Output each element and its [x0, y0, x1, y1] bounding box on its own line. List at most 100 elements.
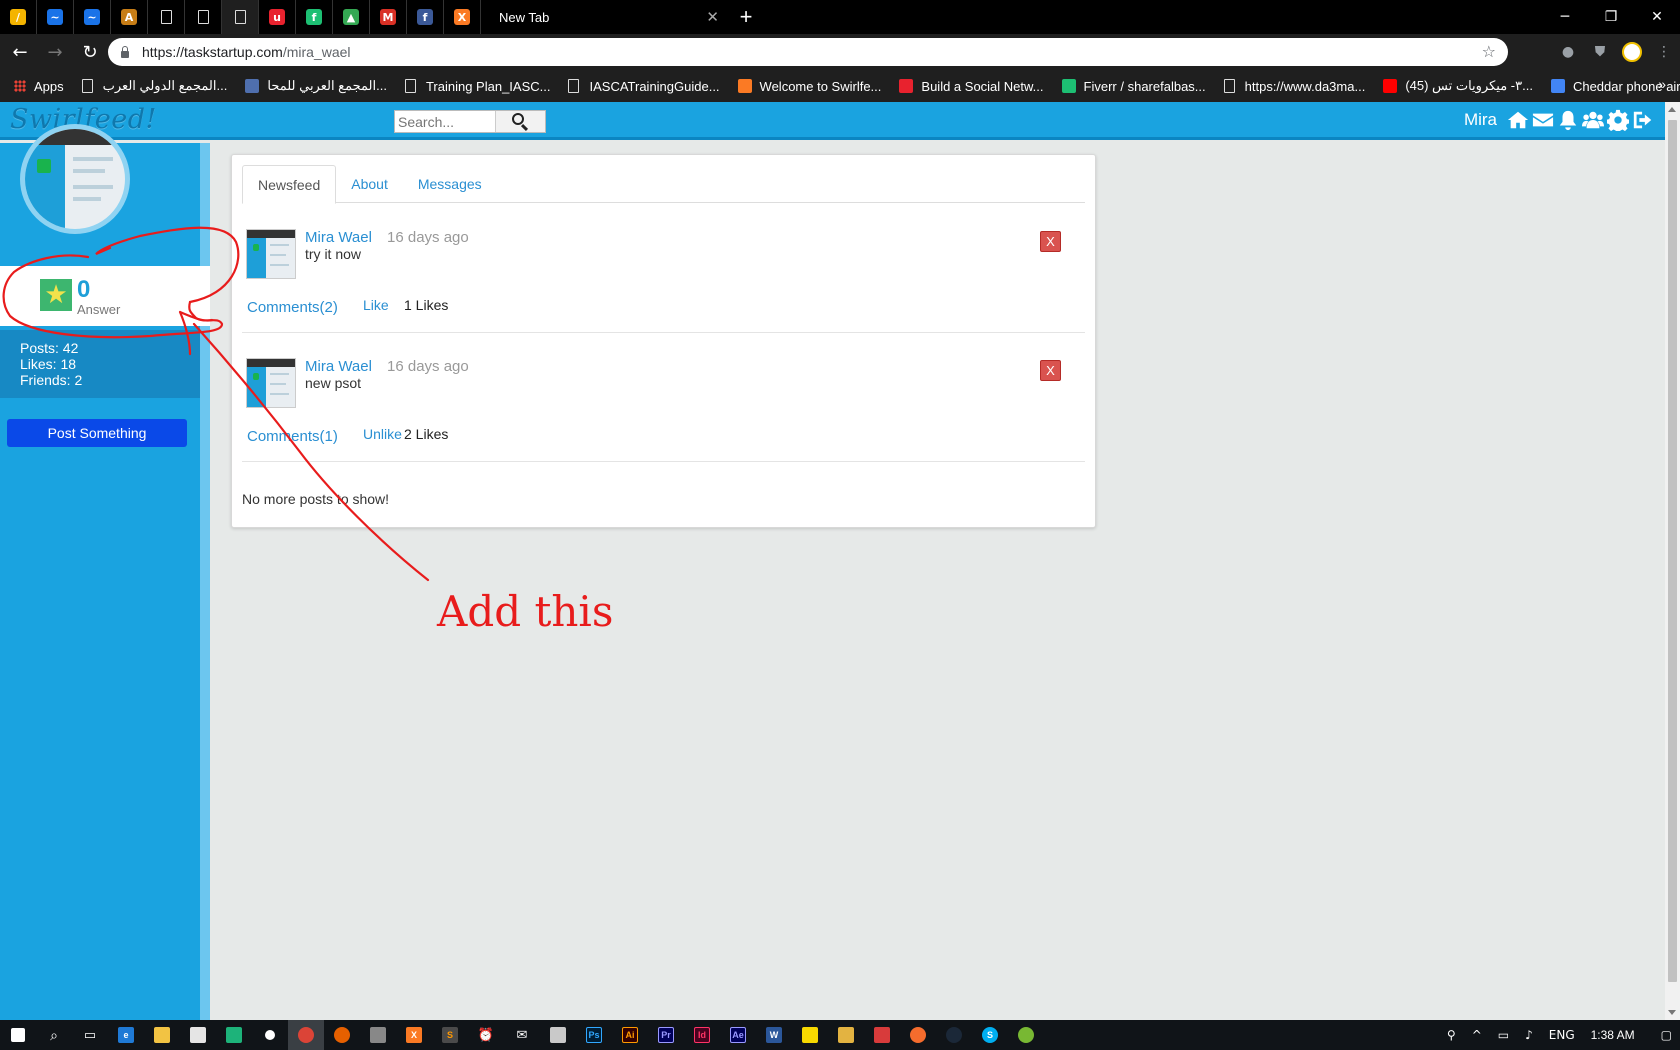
pinned-tab[interactable]: A: [111, 0, 148, 34]
user-name-link[interactable]: Mira: [1464, 110, 1497, 130]
page-scrollbar[interactable]: [1665, 102, 1680, 1020]
post-author-avatar[interactable]: [246, 358, 296, 408]
origin-icon[interactable]: [900, 1020, 936, 1050]
extension-shield-icon[interactable]: ⛊: [1584, 44, 1616, 60]
illustrator-icon[interactable]: Ai: [612, 1020, 648, 1050]
search-icon[interactable]: ⌕: [36, 1020, 72, 1050]
pinned-tab[interactable]: f: [407, 0, 444, 34]
bookmark-item[interactable]: المجمع العربي للمحا...: [245, 78, 387, 94]
profile-avatar-icon[interactable]: [1616, 42, 1648, 62]
bookmark-item[interactable]: https://www.da3ma...: [1223, 78, 1365, 94]
after-effects-icon[interactable]: Ae: [720, 1020, 756, 1050]
unlike-button[interactable]: Unlike: [363, 426, 402, 442]
task-view-icon[interactable]: ▭: [72, 1020, 108, 1050]
chrome-icon[interactable]: [288, 1020, 324, 1050]
tab-messages[interactable]: Messages: [403, 165, 497, 204]
sublime-text-icon[interactable]: S: [432, 1020, 468, 1050]
pinned-tab[interactable]: M: [370, 0, 407, 34]
gear-icon[interactable]: [1605, 107, 1630, 132]
pinned-tab[interactable]: /: [0, 0, 37, 34]
xampp-icon[interactable]: X: [396, 1020, 432, 1050]
home-icon[interactable]: [1505, 107, 1530, 132]
word-icon[interactable]: W: [756, 1020, 792, 1050]
tab-new-tab[interactable]: New Tab ✕: [481, 0, 729, 34]
logout-icon[interactable]: [1630, 107, 1655, 132]
tab-about[interactable]: About: [336, 165, 403, 204]
indesign-icon[interactable]: Id: [684, 1020, 720, 1050]
bookmark-item[interactable]: Training Plan_IASC...: [404, 78, 550, 94]
tool-icon[interactable]: [828, 1020, 864, 1050]
delete-post-button[interactable]: X: [1040, 231, 1061, 252]
firefox-icon[interactable]: [324, 1020, 360, 1050]
profile-picture[interactable]: [20, 124, 130, 234]
vpn-shield-icon[interactable]: [216, 1020, 252, 1050]
comments-link[interactable]: Comments(1): [247, 428, 338, 445]
new-tab-plus-icon[interactable]: +: [729, 4, 763, 30]
bookmark-item[interactable]: المجمع الدولي العرب...: [81, 78, 227, 94]
url-text[interactable]: https://taskstartup.com/mira_wael: [142, 44, 351, 60]
delete-post-button[interactable]: X: [1040, 360, 1061, 381]
tab-newsfeed[interactable]: Newsfeed: [242, 165, 337, 204]
bookmark-item[interactable]: Welcome to Swirlfe...: [737, 78, 881, 94]
utorrent-icon[interactable]: [1008, 1020, 1044, 1050]
skype-icon[interactable]: S: [972, 1020, 1008, 1050]
popcorn-icon[interactable]: [864, 1020, 900, 1050]
search-input[interactable]: [395, 111, 495, 132]
bookmark-item[interactable]: Apps: [14, 78, 64, 94]
reload-icon[interactable]: ↻: [75, 37, 105, 67]
post-author-link[interactable]: Mira Wael: [305, 229, 372, 246]
back-arrow-icon[interactable]: ←: [5, 37, 35, 67]
alarm-clock-icon[interactable]: ⏰: [468, 1020, 504, 1050]
pinned-tab[interactable]: [185, 0, 222, 34]
mail-icon[interactable]: ✉: [504, 1020, 540, 1050]
camera-icon[interactable]: [360, 1020, 396, 1050]
users-icon[interactable]: [1580, 107, 1605, 132]
post-something-button[interactable]: Post Something: [7, 419, 187, 447]
scroll-up-arrow-icon[interactable]: [1668, 107, 1676, 112]
store-icon[interactable]: [180, 1020, 216, 1050]
pinned-tab[interactable]: [148, 0, 185, 34]
paint-icon[interactable]: [540, 1020, 576, 1050]
steam-icon[interactable]: [936, 1020, 972, 1050]
bookmark-item[interactable]: Build a Social Netw...: [899, 78, 1044, 94]
browser-menu-icon[interactable]: ⋮: [1648, 44, 1680, 60]
post-author-avatar[interactable]: [246, 229, 296, 279]
photoshop-icon[interactable]: Ps: [576, 1020, 612, 1050]
post-author-link[interactable]: Mira Wael: [305, 358, 372, 375]
comments-link[interactable]: Comments(2): [247, 299, 338, 316]
bookmarks-overflow-icon[interactable]: »: [1658, 76, 1666, 92]
bookmark-item[interactable]: IASCATrainingGuide...: [568, 78, 720, 94]
like-button[interactable]: Like: [363, 297, 389, 313]
scroll-thumb[interactable]: [1668, 120, 1677, 982]
edge-icon[interactable]: e: [108, 1020, 144, 1050]
close-window-icon[interactable]: ✕: [1634, 0, 1680, 34]
address-bar[interactable]: https://taskstartup.com/mira_wael ☆: [108, 38, 1508, 66]
clock[interactable]: 1:38 AM: [1591, 1028, 1635, 1042]
premiere-icon[interactable]: Pr: [648, 1020, 684, 1050]
envelope-icon[interactable]: [1530, 107, 1555, 132]
pinned-tab[interactable]: u: [259, 0, 296, 34]
network-icon[interactable]: ▭: [1498, 1028, 1509, 1042]
file-explorer-icon[interactable]: [144, 1020, 180, 1050]
search-button[interactable]: [495, 111, 545, 132]
language-indicator[interactable]: ENG: [1549, 1028, 1575, 1042]
restore-icon[interactable]: ❐: [1588, 0, 1634, 34]
sticky-notes-icon[interactable]: [792, 1020, 828, 1050]
pinned-tab[interactable]: X: [444, 0, 481, 34]
windows-start-icon[interactable]: [0, 1020, 36, 1050]
pinned-tab[interactable]: [222, 0, 259, 34]
pinned-tab[interactable]: ▲: [333, 0, 370, 34]
pinned-tab[interactable]: f: [296, 0, 333, 34]
minimize-icon[interactable]: ─: [1542, 0, 1588, 34]
people-icon[interactable]: ⚲: [1447, 1028, 1456, 1042]
extension-speech-icon[interactable]: ●: [1552, 44, 1584, 60]
tray-chevron-icon[interactable]: ^: [1472, 1028, 1482, 1042]
scroll-down-arrow-icon[interactable]: [1668, 1010, 1676, 1015]
pinned-tab[interactable]: ~: [37, 0, 74, 34]
forward-arrow-icon[interactable]: →: [40, 37, 70, 67]
bookmark-star-icon[interactable]: ☆: [1482, 42, 1496, 61]
tab-close-icon[interactable]: ✕: [706, 8, 719, 26]
notifications-icon[interactable]: ▢: [1661, 1028, 1672, 1042]
pinned-tab[interactable]: ~: [74, 0, 111, 34]
bell-icon[interactable]: [1555, 107, 1580, 132]
